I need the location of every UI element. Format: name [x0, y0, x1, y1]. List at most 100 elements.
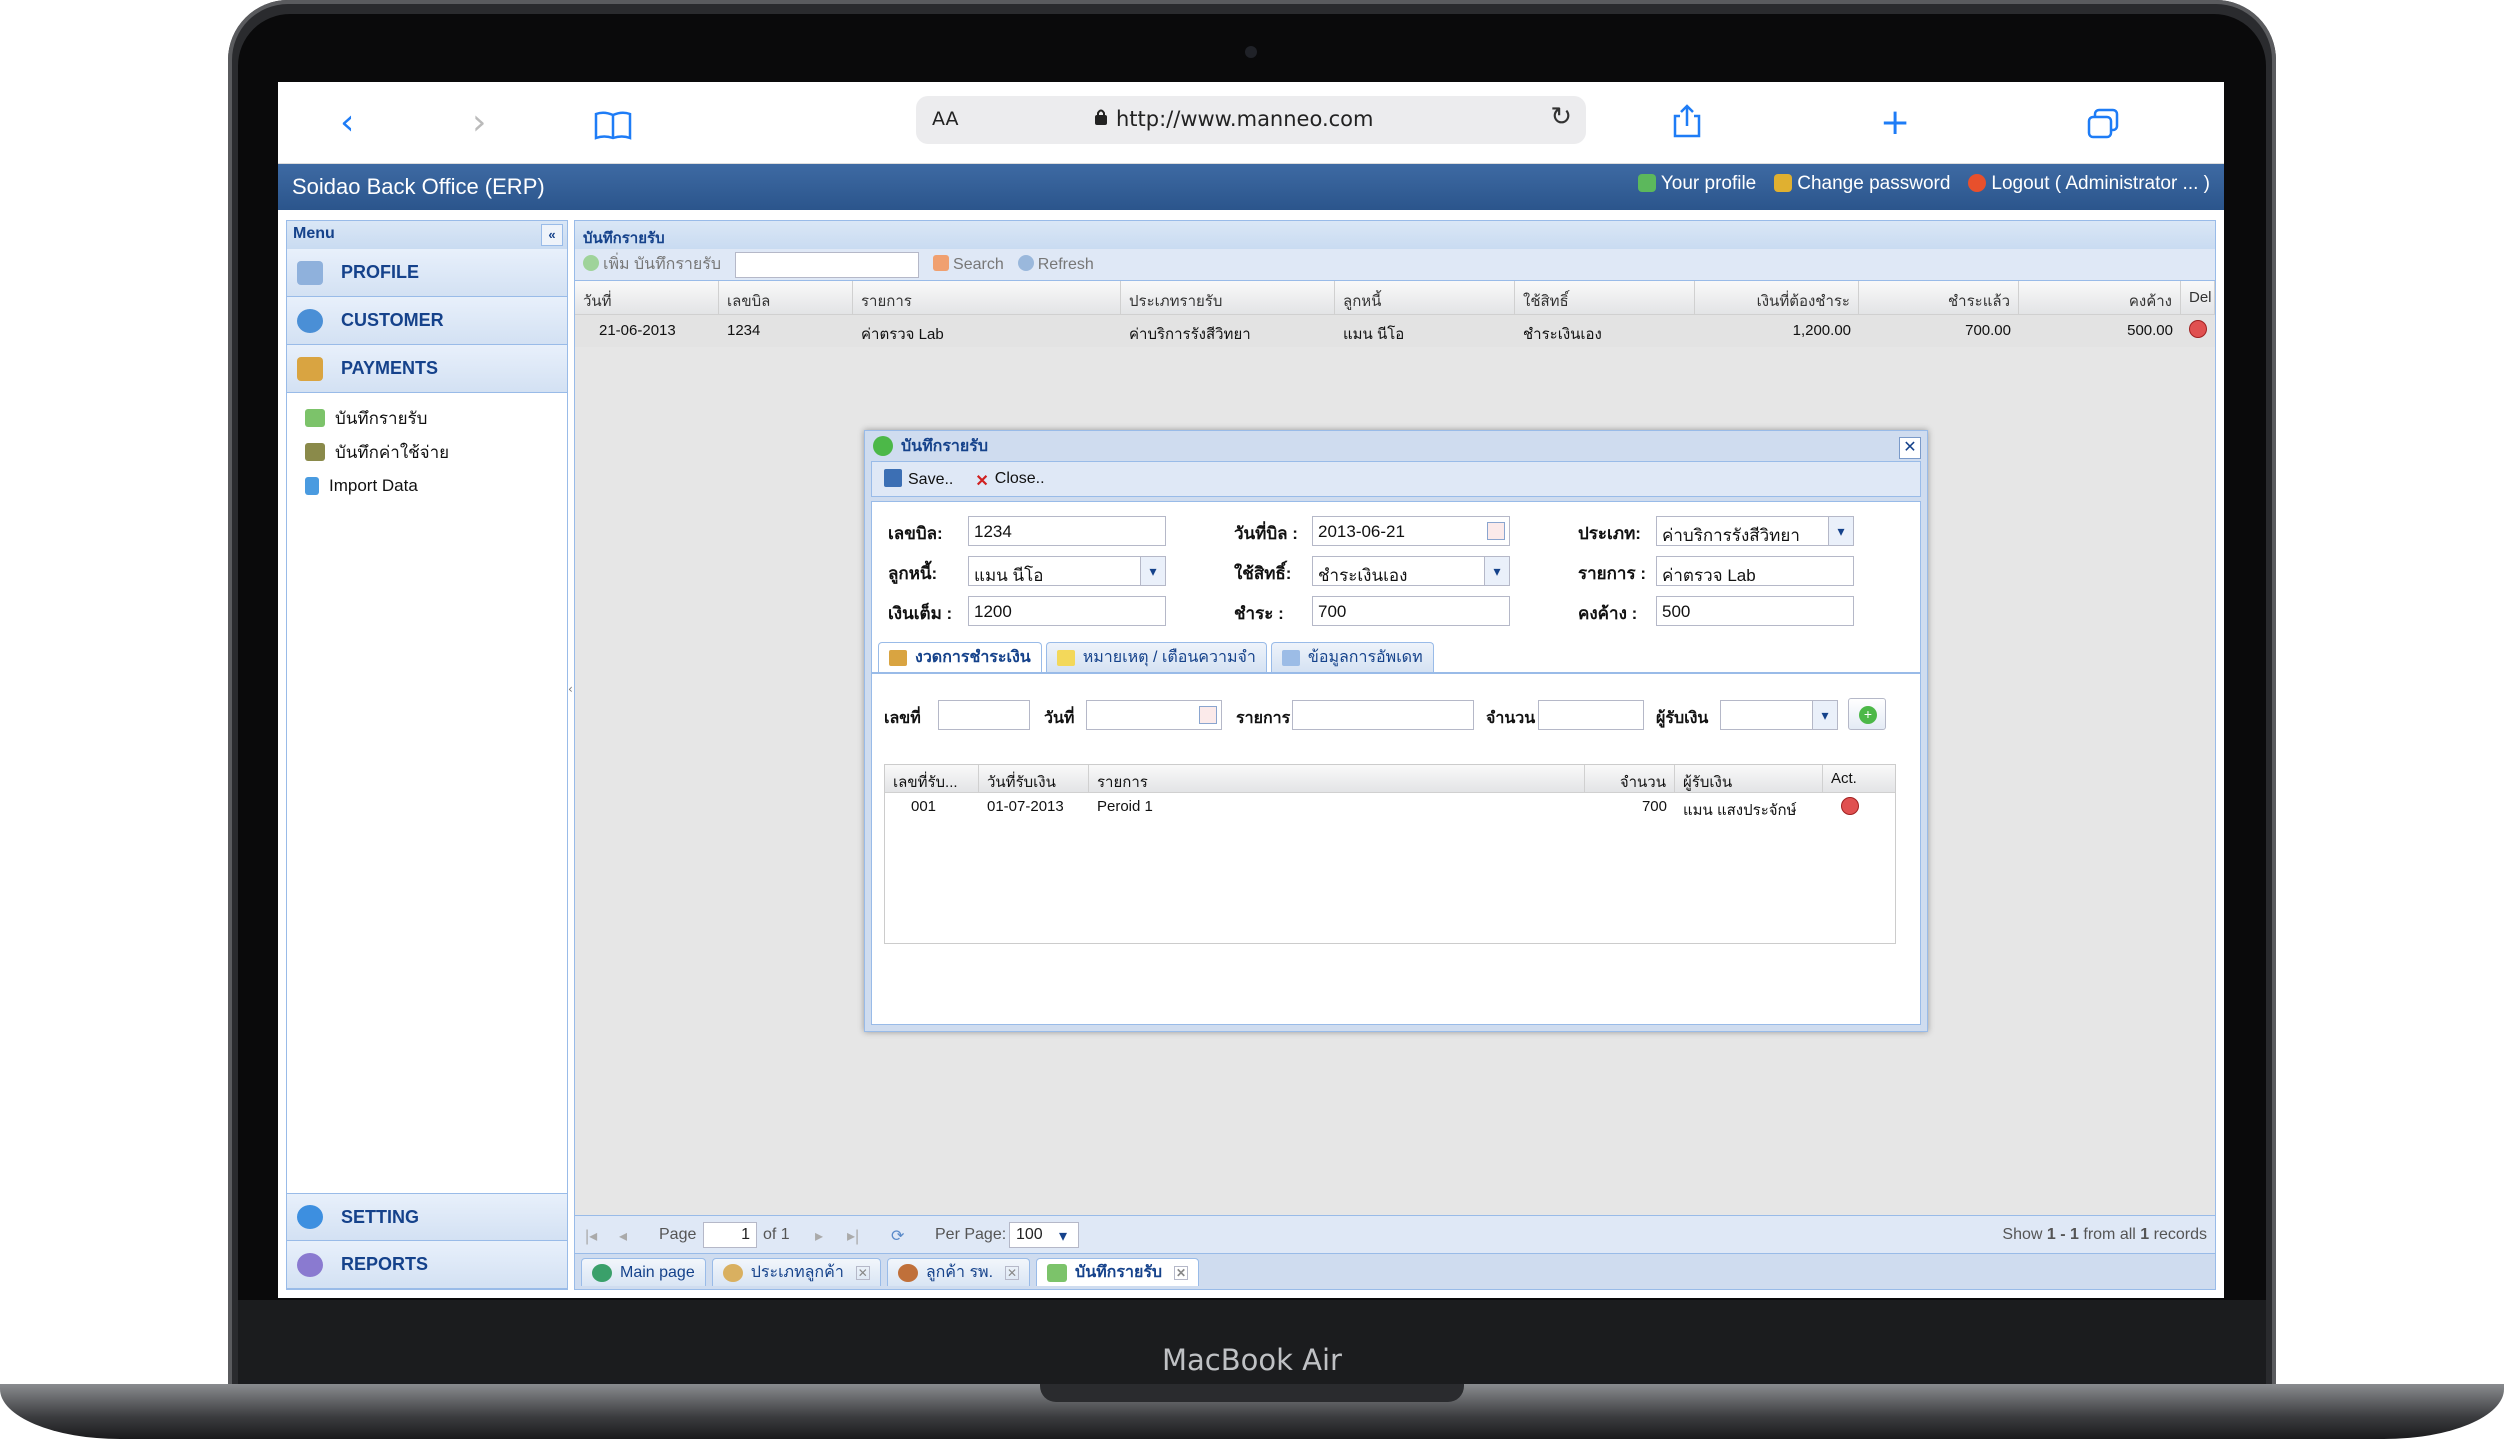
column-header-action[interactable]: Act. — [1823, 765, 1895, 792]
pay-field[interactable]: 700 — [1312, 596, 1510, 626]
add-income-button[interactable]: เพิ่ม บันทึกรายรับ — [583, 252, 721, 277]
sidebar-item-expense[interactable]: บันทึกค่าใช้จ่าย — [287, 435, 567, 469]
cell-item: ค่าตรวจ Lab — [861, 326, 944, 343]
per-page-select[interactable]: 100 — [1009, 1222, 1079, 1248]
tab-income[interactable]: บันทึกรายรับ ✕ — [1036, 1258, 1200, 1286]
dialog-close-icon[interactable]: ✕ — [1899, 437, 1921, 459]
new-tab-icon[interactable]: + — [1880, 96, 1910, 150]
refresh-button[interactable]: Refresh — [1017, 255, 1094, 274]
sidebar-header: Menu « — [287, 221, 567, 249]
installment-amount-field[interactable] — [1538, 700, 1644, 730]
column-header-date[interactable]: วันที่ — [575, 281, 719, 314]
tab-close-icon[interactable]: ✕ — [1005, 1265, 1020, 1280]
close-button[interactable]: ✕ Close.. — [975, 470, 1044, 490]
pay-label: ชำระ : — [1234, 604, 1284, 623]
table-row[interactable]: 21-06-2013 1234 ค่าตรวจ Lab ค่าบริการรัง… — [575, 315, 2215, 347]
prev-page-icon[interactable]: ◂ — [619, 1226, 627, 1246]
share-icon[interactable] — [1672, 100, 1702, 154]
column-header-amount[interactable]: จำนวน — [1585, 765, 1675, 792]
tab-customer-type[interactable]: ประเภทลูกค้า ✕ — [711, 1258, 881, 1286]
installment-no-label: เลขที่ — [884, 710, 921, 727]
tab-main-page[interactable]: Main page — [581, 1258, 706, 1286]
next-page-icon[interactable]: ▸ — [815, 1226, 823, 1246]
add-installment-button[interactable]: + — [1848, 698, 1886, 730]
installment-row[interactable]: 001 01-07-2013 Peroid 1 700 แมน แสงประจั… — [885, 793, 1895, 821]
column-header-paid[interactable]: ชำระแล้ว — [1859, 281, 2019, 314]
page-input[interactable]: 1 — [703, 1222, 757, 1248]
tab-close-icon[interactable]: ✕ — [1174, 1265, 1189, 1280]
per-page-dropdown-icon[interactable]: ▾ — [1059, 1226, 1067, 1246]
column-header-debtor[interactable]: ลูกหนี้ — [1335, 281, 1515, 314]
column-header-type[interactable]: ประเภทรายรับ — [1121, 281, 1335, 314]
forward-icon[interactable]: › — [472, 96, 486, 150]
sidebar-section-payments[interactable]: PAYMENTS — [287, 345, 567, 393]
first-page-icon[interactable]: |◂ — [585, 1226, 597, 1246]
bookmarks-icon[interactable] — [594, 102, 632, 156]
right-select[interactable]: ชำระเงินเอง — [1312, 556, 1510, 586]
home-globe-icon — [592, 1263, 612, 1282]
search-button[interactable]: Search — [933, 255, 1004, 274]
change-password-link[interactable]: Change password — [1774, 173, 1950, 195]
tab-update-info[interactable]: ข้อมูลการอัพเดท — [1270, 642, 1434, 672]
workspace-tabs: Main page ประเภทลูกค้า ✕ ลูกค้า รพ. ✕ บันท… — [575, 1253, 2215, 1289]
users-icon — [297, 308, 323, 333]
tab-installments[interactable]: งวดการชำระเงิน — [878, 642, 1042, 672]
installment-date-field[interactable] — [1086, 700, 1222, 730]
installment-no-field[interactable] — [938, 700, 1030, 730]
tab-notes[interactable]: หมายเหตุ / เตือนความจำ — [1045, 642, 1267, 672]
save-button[interactable]: Save.. — [884, 469, 953, 489]
last-page-icon[interactable]: ▸| — [847, 1226, 859, 1246]
search-input[interactable] — [735, 251, 920, 278]
item-field[interactable]: ค่าตรวจ Lab — [1656, 556, 1854, 586]
bill-date-field[interactable]: 2013-06-21 — [1312, 516, 1510, 546]
sidebar-section-profile[interactable]: PROFILE — [287, 249, 567, 297]
column-header-remain[interactable]: คงค้าง — [2019, 281, 2181, 314]
sidebar-section-customer[interactable]: CUSTOMER — [287, 297, 567, 345]
id-card-icon — [297, 260, 323, 285]
logout-link[interactable]: Logout ( Administrator ... ) — [1968, 173, 2210, 195]
remain-field[interactable]: 500 — [1656, 596, 1854, 626]
sidebar-item-import[interactable]: Import Data — [287, 469, 567, 503]
full-amount-field[interactable]: 1200 — [968, 596, 1166, 626]
delete-icon[interactable] — [2189, 320, 2207, 339]
debtor-select[interactable]: แมน นีโอ — [968, 556, 1166, 586]
column-header-item[interactable]: รายการ — [1089, 765, 1585, 792]
tab-hospital-customer[interactable]: ลูกค้า รพ. ✕ — [886, 1258, 1031, 1286]
address-bar[interactable]: AA http://www.manneo.com ↻ — [916, 96, 1586, 144]
column-header-receipt-date[interactable]: วันที่รับเงิน — [979, 765, 1089, 792]
records-summary: Show 1 - 1 from all 1 records — [2002, 1226, 2207, 1244]
power-icon — [1968, 174, 1987, 192]
reader-aa-button[interactable]: AA — [932, 108, 959, 130]
laptop-notch — [1040, 1384, 1464, 1402]
column-header-item[interactable]: รายการ — [853, 281, 1121, 314]
sidebar-section-setting[interactable]: SETTING — [287, 1193, 567, 1241]
sidebar-section-reports[interactable]: REPORTS — [287, 1241, 567, 1289]
sidebar-item-label: บันทึกค่าใช้จ่าย — [335, 442, 450, 462]
column-header-due[interactable]: เงินที่ต้องชำระ — [1695, 281, 1859, 314]
logout-label: Logout ( Administrator ... ) — [1991, 173, 2210, 194]
installment-item-field[interactable] — [1292, 700, 1474, 730]
profile-tag-icon — [1637, 174, 1656, 192]
reload-icon[interactable]: ↻ — [1550, 102, 1572, 132]
tabs-overview-icon[interactable] — [2086, 102, 2120, 156]
column-header-right[interactable]: ใช้สิทธิ์ — [1515, 281, 1695, 314]
installment-receiver-select[interactable] — [1720, 700, 1838, 730]
your-profile-link[interactable]: Your profile — [1637, 173, 1756, 195]
column-header-receipt-no[interactable]: เลขที่รับ... — [885, 765, 979, 792]
tab-close-icon[interactable]: ✕ — [855, 1265, 870, 1280]
delete-icon[interactable] — [1841, 797, 1859, 816]
bill-field[interactable]: 1234 — [968, 516, 1166, 546]
reload-page-icon[interactable]: ⟳ — [891, 1226, 904, 1246]
collapse-icon[interactable]: « — [541, 224, 563, 246]
back-icon[interactable]: ‹ — [340, 96, 354, 150]
column-header-receiver[interactable]: ผู้รับเงิน — [1675, 765, 1823, 792]
tab-label: ประเภทลูกค้า — [750, 1264, 844, 1281]
column-header-bill[interactable]: เลขบิล — [719, 281, 853, 314]
column-header-del[interactable]: Del — [2181, 281, 2215, 314]
dialog-titlebar[interactable]: บันทึกรายรับ — [865, 431, 1927, 461]
records-total: 1 — [2140, 1226, 2150, 1243]
type-select[interactable]: ค่าบริการรังสีวิทยา — [1656, 516, 1854, 546]
save-label: Save.. — [908, 471, 954, 488]
dialog-tabs: งวดการชำระเงิน หมายเหตุ / เตือนความจำ ข้… — [878, 642, 1434, 672]
sidebar-item-income[interactable]: บันทึกรายรับ — [287, 401, 567, 435]
